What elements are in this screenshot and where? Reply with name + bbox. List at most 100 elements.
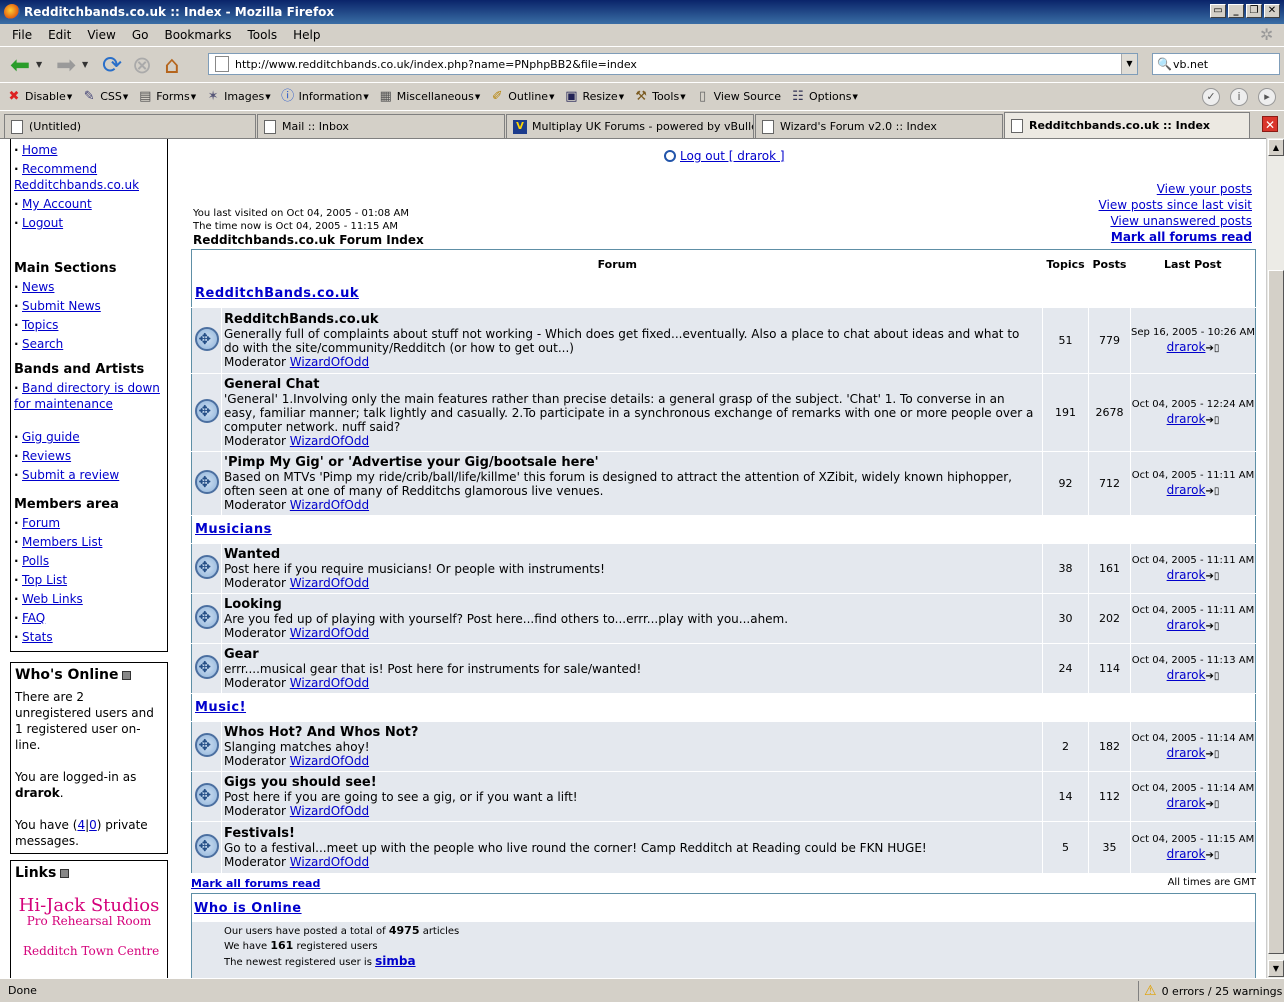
sidebar-item-polls[interactable]: Polls	[22, 554, 49, 568]
forum-name-link[interactable]: General Chat	[224, 377, 1036, 392]
moderator-link[interactable]: WizardOfOdd	[290, 855, 369, 869]
search-input[interactable]	[1173, 57, 1273, 71]
dev-forms[interactable]: ▤ Forms ▼	[137, 89, 196, 105]
sidebar-item-submit-review[interactable]: Submit a review	[22, 468, 119, 482]
last-post-user-link[interactable]: drarok	[1167, 340, 1206, 354]
collapse-icon[interactable]	[60, 868, 70, 878]
hijack-studios-banner[interactable]: Hi-Jack Studios Pro Rehearsal Room Reddi…	[15, 895, 163, 958]
last-post-user-link[interactable]: drarok	[1167, 483, 1206, 497]
dev-disable[interactable]: ✖ Disable ▼	[6, 89, 73, 105]
forum-name-link[interactable]: Gear	[224, 647, 1036, 662]
view-your-posts-link[interactable]: View your posts	[1099, 181, 1252, 197]
validation-status[interactable]: ⚠ 0 errors / 25 warnings	[1144, 983, 1282, 999]
pm-old-count[interactable]: 0	[89, 818, 97, 832]
last-post-user-link[interactable]: drarok	[1167, 412, 1206, 426]
info-round-icon[interactable]: i	[1230, 88, 1248, 106]
menu-tools[interactable]: Tools	[240, 28, 286, 42]
forward-icon[interactable]: ➡	[52, 51, 80, 79]
menu-view[interactable]: View	[79, 28, 123, 42]
sidebar-item-faq[interactable]: FAQ	[22, 611, 45, 625]
dev-resize[interactable]: ▣ Resize ▼	[563, 89, 624, 105]
forum-index-link[interactable]: Redditchbands.co.uk Forum Index	[193, 234, 424, 247]
url-bar[interactable]: ▼	[208, 53, 1138, 75]
home-icon[interactable]: ⌂	[158, 51, 186, 79]
sidebar-item-recommend[interactable]: Recommend Redditchbands.co.uk	[14, 162, 139, 192]
last-post-user-link[interactable]: drarok	[1167, 668, 1206, 682]
goto-last-post-icon[interactable]: ➔▯	[1205, 571, 1219, 582]
view-unanswered-link[interactable]: View unanswered posts	[1099, 213, 1252, 229]
sidebar-item-top-list[interactable]: Top List	[22, 573, 67, 587]
moderator-link[interactable]: WizardOfOdd	[290, 355, 369, 369]
restore-small-icon[interactable]: ▭	[1210, 4, 1226, 18]
last-post-user-link[interactable]: drarok	[1167, 796, 1206, 810]
url-dropdown-icon[interactable]: ▼	[1121, 54, 1137, 74]
last-post-user-link[interactable]: drarok	[1167, 568, 1206, 582]
maximize-icon[interactable]: ❐	[1246, 4, 1262, 18]
scroll-thumb[interactable]	[1268, 270, 1284, 954]
minimize-icon[interactable]: _	[1228, 4, 1244, 18]
last-post-user-link[interactable]: drarok	[1167, 618, 1206, 632]
category-link[interactable]: Music!	[195, 700, 246, 715]
vertical-scrollbar[interactable]: ▲ ▼	[1266, 138, 1284, 978]
goto-last-post-icon[interactable]: ➔▯	[1205, 749, 1219, 760]
mark-all-read-bottom-link[interactable]: Mark all forums read	[191, 877, 320, 893]
scroll-up-icon[interactable]: ▲	[1268, 139, 1284, 156]
close-icon[interactable]: ✕	[1264, 4, 1280, 18]
forward-dropdown-icon[interactable]: ▼	[82, 60, 92, 69]
menu-go[interactable]: Go	[124, 28, 157, 42]
menu-help[interactable]: Help	[285, 28, 328, 42]
forum-name-link[interactable]: Looking	[224, 597, 1036, 612]
category-link[interactable]: Musicians	[195, 522, 272, 537]
goto-last-post-icon[interactable]: ➔▯	[1205, 621, 1219, 632]
dev-options[interactable]: ☷ Options ▼	[790, 89, 858, 105]
forum-name-link[interactable]: Wanted	[224, 547, 1036, 562]
moderator-link[interactable]: WizardOfOdd	[290, 754, 369, 768]
stop-icon[interactable]: ⊗	[128, 51, 156, 79]
goto-last-post-icon[interactable]: ➔▯	[1205, 850, 1219, 861]
dev-outline[interactable]: ✐ Outline ▼	[489, 89, 555, 105]
menu-bookmarks[interactable]: Bookmarks	[156, 28, 239, 42]
forum-name-link[interactable]: Festivals!	[224, 826, 1036, 841]
reload-icon[interactable]: ⟳	[98, 51, 126, 79]
scroll-down-icon[interactable]: ▼	[1268, 960, 1284, 977]
moderator-link[interactable]: WizardOfOdd	[290, 804, 369, 818]
who-is-online-link[interactable]: Who is Online	[194, 901, 302, 916]
sidebar-item-news[interactable]: News	[22, 280, 54, 294]
moderator-link[interactable]: WizardOfOdd	[290, 498, 369, 512]
sidebar-item-stats[interactable]: Stats	[22, 630, 53, 644]
menu-file[interactable]: File	[4, 28, 40, 42]
view-new-posts-link[interactable]: View posts since last visit	[1099, 197, 1252, 213]
sidebar-item-gig-guide[interactable]: Gig guide	[22, 430, 80, 444]
moderator-link[interactable]: WizardOfOdd	[290, 626, 369, 640]
validate-icon[interactable]: ✓	[1202, 88, 1220, 106]
close-tab-icon[interactable]: ✕	[1262, 116, 1278, 132]
pm-new-count[interactable]: 4	[77, 818, 85, 832]
back-dropdown-icon[interactable]: ▼	[36, 60, 46, 69]
dev-css[interactable]: ✎ CSS ▼	[81, 89, 129, 105]
moderator-link[interactable]: WizardOfOdd	[290, 576, 369, 590]
goto-last-post-icon[interactable]: ➔▯	[1205, 343, 1219, 354]
sidebar-item-my-account[interactable]: My Account	[22, 197, 92, 211]
sidebar-item-search[interactable]: Search	[22, 337, 63, 351]
sidebar-item-logout[interactable]: Logout	[22, 216, 63, 230]
sidebar-item-reviews[interactable]: Reviews	[22, 449, 71, 463]
moderator-link[interactable]: WizardOfOdd	[290, 676, 369, 690]
collapse-icon[interactable]	[122, 670, 132, 680]
last-post-user-link[interactable]: drarok	[1167, 746, 1206, 760]
sidebar-item-web-links[interactable]: Web Links	[22, 592, 83, 606]
forum-name-link[interactable]: RedditchBands.co.uk	[224, 312, 1036, 327]
tab-redditchbands[interactable]: Redditchbands.co.uk :: Index	[1004, 112, 1250, 138]
logout-link[interactable]: Log out [ drarok ]	[680, 149, 785, 163]
forum-name-link[interactable]: Whos Hot? And Whos Not?	[224, 725, 1036, 740]
dev-miscellaneous[interactable]: ▦ Miscellaneous ▼	[378, 89, 481, 105]
sidebar-item-topics[interactable]: Topics	[22, 318, 58, 332]
url-input[interactable]	[235, 55, 1121, 73]
tab-wizards-forum[interactable]: Wizard's Forum v2.0 :: Index	[755, 114, 1003, 138]
sidebar-item-members-list[interactable]: Members List	[22, 535, 102, 549]
tab-untitled[interactable]: (Untitled)	[4, 114, 256, 138]
sidebar-item-forum[interactable]: Forum	[22, 516, 60, 530]
sidebar-item-submit-news[interactable]: Submit News	[22, 299, 101, 313]
goto-last-post-icon[interactable]: ➔▯	[1205, 486, 1219, 497]
mark-all-read-link[interactable]: Mark all forums read	[1099, 229, 1252, 245]
search-bar[interactable]: 🔍	[1152, 53, 1280, 75]
